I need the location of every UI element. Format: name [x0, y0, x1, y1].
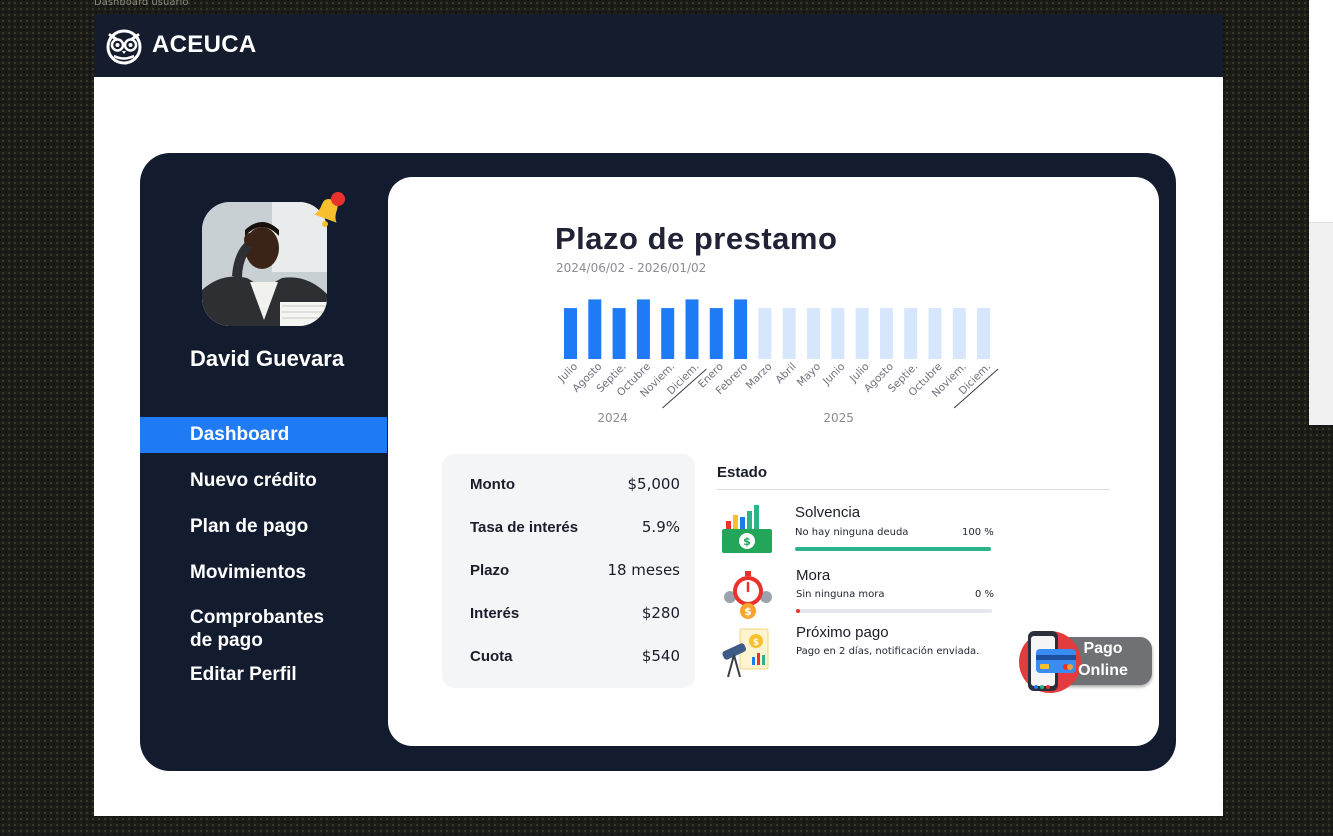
telescope-chart-icon: $: [722, 628, 769, 678]
chart-title: Plazo de prestamo: [555, 221, 838, 256]
divider: [717, 489, 1110, 490]
loan-row-cuota: Cuota $540: [470, 647, 680, 665]
chart-bar: [928, 308, 942, 359]
loan-summary: Monto $5,000 Tasa de interés 5.9% Plazo …: [442, 454, 695, 688]
stopwatch-money-icon: $: [724, 571, 772, 619]
chart-bar: [782, 308, 796, 359]
status-percent: 100 %: [962, 527, 994, 538]
side-panel-section: [1309, 222, 1333, 425]
nav-item-plan-de-pago[interactable]: Plan de pago: [140, 509, 387, 545]
loan-row-tasa: Tasa de interés 5.9%: [470, 518, 680, 536]
chart-tick-label: Mayo: [795, 361, 823, 389]
brand[interactable]: ACEUCA: [104, 22, 256, 68]
user-name: David Guevara: [190, 346, 345, 371]
chart-bar: [612, 308, 626, 359]
status-desc: No hay ninguna deuda: [795, 527, 909, 538]
dashboard-card: David Guevara Dashboard Nuevo crédito Pl…: [140, 153, 1176, 771]
chart-bar: [685, 299, 699, 359]
chart-bar: [879, 308, 893, 359]
status-title-proximo-pago: Próximo pago: [796, 624, 889, 641]
chart-group-label: 2025: [823, 411, 854, 425]
chart-bar: [855, 308, 869, 359]
chart-bar: [709, 308, 723, 359]
loan-term-chart: JulioAgostoSeptie.OctubreNoviem.Diciem.E…: [555, 299, 999, 425]
loan-value: $540: [641, 647, 680, 665]
loan-label: Monto: [470, 475, 515, 493]
money-growth-icon: $: [722, 505, 772, 553]
frame-label: Dashboard usuario: [94, 0, 189, 8]
status-desc: Pago en 2 días, notificación enviada.: [796, 646, 980, 657]
status-percent: 0 %: [975, 589, 995, 600]
svg-text:$: $: [753, 638, 759, 648]
pago-online-line1: Pago: [1083, 640, 1123, 657]
loan-label: Plazo: [470, 561, 510, 579]
chart-bar: [977, 308, 991, 359]
nav-item-editar-perfil[interactable]: Editar Perfil: [140, 662, 387, 688]
chart-bar: [758, 308, 772, 359]
loan-value: $5,000: [627, 475, 681, 493]
mora-progress-fill: [796, 609, 800, 613]
chart-bar: [904, 308, 918, 359]
owl-logo-icon: [106, 29, 142, 65]
loan-value: 18 meses: [607, 561, 680, 579]
loan-value: $280: [641, 604, 680, 622]
svg-text:$: $: [744, 605, 752, 618]
nav-item-comprobantes[interactable]: Comprobantes de pago: [140, 601, 345, 652]
solvencia-progress-bar: [795, 547, 991, 551]
nav-item-nuevo-credito[interactable]: Nuevo crédito: [140, 463, 387, 499]
svg-text:$: $: [743, 535, 751, 548]
status-title-mora: Mora: [796, 567, 831, 584]
pago-online-label: Pago Online: [1058, 638, 1148, 682]
estado-title: Estado: [717, 464, 768, 481]
chart-bar: [807, 308, 820, 359]
loan-row-interes: Interés $280: [470, 604, 680, 622]
sidebar-nav: Dashboard Nuevo crédito Plan de pago Mov…: [140, 417, 387, 688]
loan-label: Cuota: [470, 647, 513, 665]
chart-group-label: 2024: [597, 411, 628, 425]
chart-tick-label: Junio: [820, 361, 847, 388]
top-bar: ACEUCA: [94, 14, 1223, 77]
loan-row-plazo: Plazo 18 meses: [470, 561, 680, 579]
chart-subtitle: 2024/06/02 - 2026/01/02: [556, 261, 707, 275]
brand-name: ACEUCA: [152, 31, 257, 58]
nav-item-movimientos[interactable]: Movimientos: [140, 555, 387, 591]
solvencia-progress-fill: [795, 547, 991, 551]
mora-progress-bar: [796, 609, 992, 613]
nav-item-dashboard[interactable]: Dashboard: [140, 417, 387, 453]
loan-row-monto: Monto $5,000: [470, 475, 680, 493]
main-panel: Plazo de prestamo 2024/06/02 - 2026/01/0…: [388, 177, 1159, 746]
status-title-solvencia: Solvencia: [795, 504, 861, 521]
loan-label: Interés: [470, 604, 520, 622]
pago-online-line2: Online: [1078, 662, 1128, 679]
status-desc: Sin ninguna mora: [796, 589, 885, 600]
loan-value: 5.9%: [641, 518, 680, 536]
chart-bar: [564, 308, 577, 359]
chart-bar: [734, 299, 748, 359]
chart-bar: [952, 308, 966, 359]
pago-online-button[interactable]: Pago Online: [1018, 629, 1154, 693]
chart-tick-label: Marzo: [744, 361, 775, 392]
chart-bar: [831, 308, 845, 359]
dashboard-canvas: ACEUCA David Guevara Dashboard Nuevo cré…: [94, 14, 1223, 816]
chart-bar: [661, 308, 675, 359]
loan-label: Tasa de interés: [470, 518, 579, 536]
chart-bar: [588, 299, 602, 359]
chart-tick-label: Abril: [773, 361, 798, 386]
chart-bar: [636, 299, 650, 359]
bell-icon[interactable]: [308, 191, 348, 231]
